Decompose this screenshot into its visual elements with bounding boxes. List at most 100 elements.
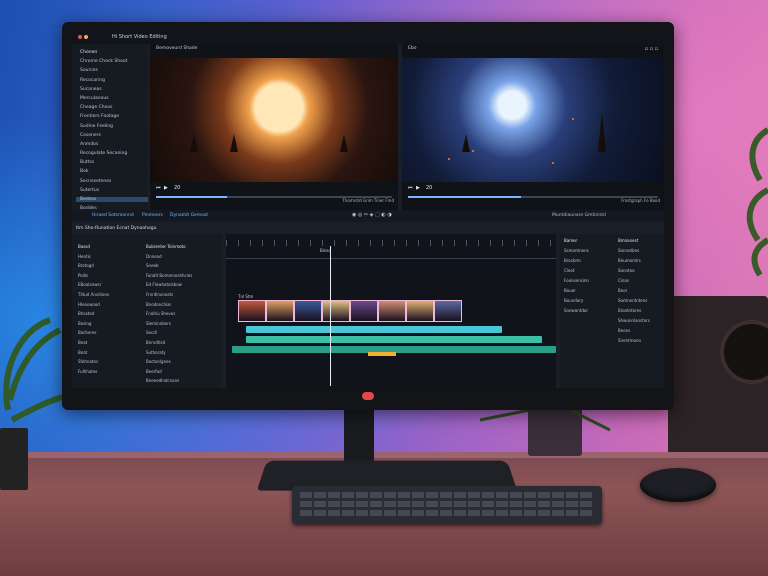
bin-item[interactable]: Frnrdlnunosts bbox=[146, 292, 192, 297]
toolbar-right-label[interactable]: Muntdiaunare Gmtinntd bbox=[552, 213, 606, 218]
inspector-item[interactable]: Beons bbox=[618, 328, 650, 333]
video-clip-thumbnail[interactable] bbox=[434, 300, 462, 322]
bin-item[interactable]: Beat bbox=[78, 340, 109, 345]
bin-item[interactable]: Hleoswood bbox=[78, 302, 109, 307]
key-row bbox=[300, 501, 594, 507]
window-controls-icon[interactable]: ▫ ▫ ▫ bbox=[645, 46, 658, 52]
video-clip-thumbnail[interactable] bbox=[266, 300, 294, 322]
source-viewer-tab[interactable]: Bemoveurd Shade bbox=[156, 46, 197, 51]
file-list-item[interactable]: Sucaneas bbox=[80, 87, 148, 92]
bin-item[interactable]: Ed Flowhatolsbow bbox=[146, 282, 192, 287]
file-list-item[interactable]: Frontiers Footage bbox=[80, 114, 148, 119]
timeline-panel: Binsd Tnl Stm bbox=[226, 234, 556, 388]
skip-back-icon[interactable]: ⏮ bbox=[156, 185, 161, 191]
video-clip-thumbnail[interactable] bbox=[294, 300, 322, 322]
program-viewer-tab[interactable]: Ebo bbox=[408, 46, 416, 51]
play-icon[interactable]: ▶ bbox=[164, 185, 168, 191]
bin-item[interactable]: Bosing bbox=[78, 321, 109, 326]
inspector-item[interactable]: Ssmontnens bbox=[564, 248, 589, 253]
bin-item[interactable]: Fandit Bommnoshhcles bbox=[146, 273, 192, 278]
bin-item[interactable]: Tlitud Anvitions bbox=[78, 292, 109, 297]
inspector-item[interactable]: Boundary bbox=[564, 298, 589, 303]
bin-column-a-header: Bassd bbox=[78, 244, 90, 249]
toolbar-label-b[interactable]: Pinmeors bbox=[142, 213, 163, 218]
playhead[interactable] bbox=[330, 246, 331, 386]
program-timecode: Frostgraph Fo Bood bbox=[621, 198, 660, 203]
file-list-item[interactable]: Bedess bbox=[76, 197, 148, 202]
file-list-item[interactable]: Coseners bbox=[80, 133, 148, 138]
inspector-item[interactable]: Foonsensinn bbox=[564, 278, 589, 283]
plant-leaves-right bbox=[730, 120, 768, 280]
audio-marker[interactable] bbox=[368, 352, 396, 356]
bin-item[interactable]: Bhasted bbox=[78, 311, 109, 316]
bin-item[interactable]: Bacheres bbox=[78, 330, 109, 335]
bin-column-a: Bassd Hentis Brotogd Pollis EBoalanwsr Tlitu… bbox=[78, 244, 109, 378]
bin-footer: Bneeedlndcnans bbox=[146, 378, 180, 384]
file-list-item[interactable]: Sudine Feeling bbox=[80, 124, 148, 129]
bin-item[interactable]: Bnodonchiar bbox=[146, 302, 192, 307]
bin-item[interactable]: Hentis bbox=[78, 254, 109, 259]
bin-item[interactable]: Bnrvdtisd bbox=[146, 340, 192, 345]
bin-item[interactable]: Beerfod bbox=[146, 369, 192, 374]
key-row bbox=[300, 492, 594, 498]
inspector-item[interactable]: Sontnentntens bbox=[618, 298, 650, 303]
bin-item[interactable]: Fnoitiu Shevos bbox=[146, 311, 192, 316]
file-list-item[interactable]: Buttss bbox=[80, 160, 148, 165]
video-clip-thumbnail[interactable] bbox=[322, 300, 350, 322]
tree bbox=[190, 134, 198, 152]
audio-track-2[interactable] bbox=[246, 336, 542, 343]
bin-item[interactable]: Fulhhates bbox=[78, 369, 109, 374]
file-list-item[interactable]: Chrome Check Shoot bbox=[80, 59, 148, 64]
minimize-icon[interactable] bbox=[84, 35, 88, 39]
bin-item[interactable]: Sfohnates bbox=[78, 359, 109, 364]
bins-panel: Bassd Hentis Brotogd Pollis EBoalanwsr Tlitu… bbox=[72, 234, 222, 388]
close-icon[interactable] bbox=[78, 35, 82, 39]
file-list-item[interactable]: Recogulate Secaning bbox=[80, 151, 148, 156]
bin-item[interactable]: Suthoraty bbox=[146, 350, 192, 355]
inspector-item[interactable]: Etootntores bbox=[618, 308, 650, 313]
file-list-item[interactable]: Cheage Chous bbox=[80, 105, 148, 110]
timeline-ruler[interactable] bbox=[226, 240, 556, 246]
bin-item[interactable]: EBoalanwsr bbox=[78, 282, 109, 287]
skip-back-icon[interactable]: ⏮ bbox=[408, 185, 413, 191]
file-list-item[interactable]: Anmdos bbox=[80, 142, 148, 147]
bin-item[interactable]: Sleminnbers bbox=[146, 321, 192, 326]
plant-pot-left bbox=[0, 428, 28, 490]
tool-icons[interactable]: ◉ ◎ ✂ ◈ ⬚ ◐ ◑ bbox=[352, 212, 392, 218]
toolbar-label-a[interactable]: Hiraed Sotsmonnd bbox=[92, 213, 134, 218]
inspector-item[interactable]: Cleot bbox=[564, 268, 589, 273]
monitor-stand-neck bbox=[344, 408, 374, 466]
bin-item[interactable]: Bactonlgnes bbox=[146, 359, 192, 364]
play-icon[interactable]: ▶ bbox=[416, 185, 420, 191]
inspector-item[interactable]: Beumomirs bbox=[618, 258, 650, 263]
audio-track-1[interactable] bbox=[246, 326, 502, 333]
toolbar-label-c[interactable]: Dynamit Gemsot bbox=[170, 213, 208, 218]
inspector-item[interactable]: Snewantdor bbox=[564, 308, 589, 313]
inspector-item[interactable]: Sinmtmonn bbox=[618, 338, 650, 343]
bin-item[interactable]: Sneeb bbox=[146, 263, 192, 268]
inspector-item[interactable]: Brocbrm bbox=[564, 258, 589, 263]
bin-item[interactable]: Beat bbox=[78, 350, 109, 355]
file-list-item[interactable]: Merculanous bbox=[80, 96, 148, 101]
ember bbox=[572, 118, 574, 120]
file-list-item[interactable]: Sources bbox=[80, 68, 148, 73]
bin-item[interactable]: Dnnead bbox=[146, 254, 192, 259]
inspector-item[interactable]: Bouer bbox=[564, 288, 589, 293]
video-clip-thumbnail[interactable] bbox=[350, 300, 378, 322]
video-clip-thumbnail[interactable] bbox=[238, 300, 266, 322]
video-clip-thumbnail[interactable] bbox=[406, 300, 434, 322]
inspector-item[interactable]: Shwunnlanstors bbox=[618, 318, 650, 323]
file-list-item[interactable]: Sutertus bbox=[80, 188, 148, 193]
bin-item[interactable]: Secdl bbox=[146, 330, 192, 335]
bin-item[interactable]: Brotogd bbox=[78, 263, 109, 268]
video-clip-thumbnail[interactable] bbox=[378, 300, 406, 322]
inspector-item[interactable]: Sonnotbns bbox=[618, 248, 650, 253]
file-list-item[interactable]: Recocaring bbox=[80, 78, 148, 83]
inspector-item[interactable]: Cinos bbox=[618, 278, 650, 283]
inspector-item[interactable]: Sonntoo bbox=[618, 268, 650, 273]
bin-item[interactable]: Pollis bbox=[78, 273, 109, 278]
inspector-item[interactable]: Boor bbox=[618, 288, 650, 293]
keyboard bbox=[292, 486, 602, 524]
file-list-item[interactable]: Bok bbox=[80, 169, 148, 174]
file-list-item[interactable]: Secnesetenes bbox=[80, 179, 148, 184]
